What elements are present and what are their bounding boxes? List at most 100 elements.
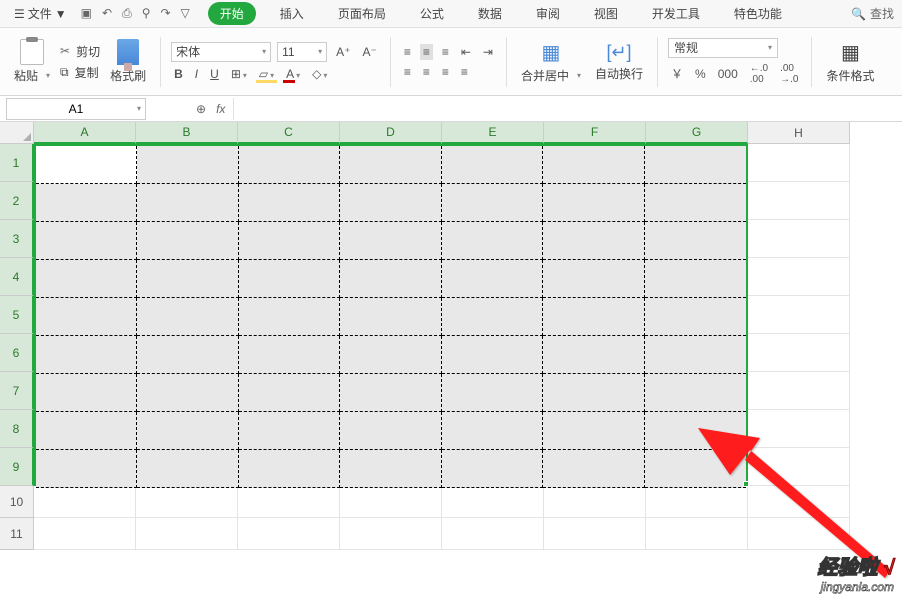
distribute-button[interactable]: ≡ <box>458 64 471 80</box>
merge-center-button[interactable]: ▦ 合并居中▾ <box>517 38 585 86</box>
font-size-select[interactable]: 11▾ <box>277 42 327 62</box>
fill-color-button[interactable]: ▱▾ <box>256 66 277 82</box>
increase-decimal-button[interactable]: ←.0.00 <box>747 62 771 86</box>
qat-dropdown-icon[interactable]: ▽ <box>181 6 190 21</box>
clear-format-button[interactable]: ◇▾ <box>309 66 330 82</box>
decrease-font-button[interactable]: A⁻ <box>359 44 379 60</box>
select-all-corner[interactable] <box>0 122 34 144</box>
format-painter-button[interactable]: 格式刷 <box>106 37 150 86</box>
chevron-down-icon: ▾ <box>137 104 141 113</box>
clipboard-group: ✂剪切 ⧉复制 <box>60 43 100 81</box>
chevron-down-icon: ▾ <box>768 43 772 52</box>
row-header-8[interactable]: 8 <box>0 410 34 448</box>
formula-input[interactable] <box>233 98 902 120</box>
increase-font-button[interactable]: A⁺ <box>333 44 353 60</box>
underline-button[interactable]: U <box>207 66 222 82</box>
row-header-11[interactable]: 11 <box>0 518 34 550</box>
cut-button[interactable]: ✂剪切 <box>60 43 100 60</box>
cell-reference: A1 <box>69 102 84 116</box>
chevron-down-icon: ▾ <box>270 71 274 80</box>
align-middle-button[interactable]: ≡ <box>420 44 433 60</box>
expand-icon[interactable]: ⊕ <box>196 102 206 116</box>
quick-access-toolbar: ▣ ↶ ⎙ ⚲ ↷ ▽ <box>81 6 190 21</box>
search-button[interactable]: 🔍 查找 <box>851 5 894 22</box>
align-center-button[interactable]: ≡ <box>420 64 433 80</box>
file-label: 文件 <box>28 5 52 22</box>
wrap-text-button[interactable]: [↵] 自动换行 <box>591 40 647 84</box>
col-header-d[interactable]: D <box>340 122 442 144</box>
tab-insert[interactable]: 插入 <box>270 2 314 25</box>
undo-icon[interactable]: ↶ <box>102 6 112 21</box>
font-name-value: 宋体 <box>176 43 200 60</box>
copy-button[interactable]: ⧉复制 <box>60 64 100 81</box>
align-top-button[interactable]: ≡ <box>401 44 414 60</box>
indent-left-button[interactable]: ⇤ <box>458 44 474 60</box>
row-headers: 1 2 3 4 5 6 7 8 9 10 11 <box>0 144 34 550</box>
formula-bar: A1 ▾ ⊕ fx <box>0 96 902 122</box>
save-icon[interactable]: ▣ <box>81 6 92 21</box>
print-icon[interactable]: ⎙ <box>122 6 132 21</box>
align-right-button[interactable]: ≡ <box>439 64 452 80</box>
border-button[interactable]: ⊞▾ <box>228 66 250 82</box>
file-menu-button[interactable]: ☰ 文件 ▼ <box>8 5 73 22</box>
paste-button[interactable]: 粘贴 ▾ <box>10 37 54 86</box>
italic-button[interactable]: I <box>192 66 201 82</box>
row-header-4[interactable]: 4 <box>0 258 34 296</box>
tab-dev-tools[interactable]: 开发工具 <box>642 2 710 25</box>
col-header-a[interactable]: A <box>34 122 136 144</box>
col-header-f[interactable]: F <box>544 122 646 144</box>
indent-right-button[interactable]: ⇥ <box>480 44 496 60</box>
row-header-5[interactable]: 5 <box>0 296 34 334</box>
preview-icon[interactable]: ⚲ <box>142 6 151 21</box>
font-name-select[interactable]: 宋体 ▾ <box>171 42 271 62</box>
redo-icon[interactable]: ↷ <box>160 6 170 21</box>
col-header-g[interactable]: G <box>646 122 748 144</box>
align-left-button[interactable]: ≡ <box>401 64 414 80</box>
fx-controls: ⊕ fx <box>196 102 225 116</box>
chevron-down-icon: ▾ <box>577 71 581 80</box>
col-header-h[interactable]: H <box>748 122 850 144</box>
row-header-2[interactable]: 2 <box>0 182 34 220</box>
col-header-b[interactable]: B <box>136 122 238 144</box>
spreadsheet-grid: A B C D E F G H 1 2 3 4 5 6 7 8 9 10 11 <box>0 122 902 602</box>
brush-icon <box>117 39 139 65</box>
tab-review[interactable]: 审阅 <box>526 2 570 25</box>
wrap-icon: [↵] <box>606 42 631 63</box>
align-bottom-button[interactable]: ≡ <box>439 44 452 60</box>
col-header-c[interactable]: C <box>238 122 340 144</box>
comma-button[interactable]: 000 <box>715 66 741 82</box>
row-header-9[interactable]: 9 <box>0 448 34 486</box>
number-format-select[interactable]: 常规▾ <box>668 38 778 58</box>
paste-label: 粘贴 <box>14 67 38 84</box>
chevron-down-icon: ▾ <box>46 71 50 80</box>
menubar: ☰ 文件 ▼ ▣ ↶ ⎙ ⚲ ↷ ▽ 开始 插入 页面布局 公式 数据 审阅 视… <box>0 0 902 28</box>
separator <box>811 37 812 87</box>
tab-formulas[interactable]: 公式 <box>410 2 454 25</box>
align-group: ≡ ≡ ≡ ⇤ ⇥ ≡ ≡ ≡ ≡ <box>401 44 496 80</box>
row-header-7[interactable]: 7 <box>0 372 34 410</box>
row-header-1[interactable]: 1 <box>0 144 34 182</box>
col-header-e[interactable]: E <box>442 122 544 144</box>
tab-data[interactable]: 数据 <box>468 2 512 25</box>
bold-button[interactable]: B <box>171 66 186 82</box>
conditional-format-button[interactable]: ▦ 条件格式 <box>822 38 878 86</box>
tab-page-layout[interactable]: 页面布局 <box>328 2 396 25</box>
paste-icon <box>20 39 44 65</box>
name-box[interactable]: A1 ▾ <box>6 98 146 120</box>
row-header-6[interactable]: 6 <box>0 334 34 372</box>
fx-label[interactable]: fx <box>216 102 225 116</box>
row-header-3[interactable]: 3 <box>0 220 34 258</box>
cells-area[interactable] <box>34 144 850 550</box>
separator <box>160 37 161 87</box>
tab-view[interactable]: 视图 <box>584 2 628 25</box>
chevron-down-icon: ▾ <box>262 47 266 56</box>
row-header-10[interactable]: 10 <box>0 486 34 518</box>
tab-start[interactable]: 开始 <box>208 2 256 25</box>
search-label: 查找 <box>870 5 894 22</box>
font-color-button[interactable]: A▾ <box>283 66 303 82</box>
decrease-decimal-button[interactable]: .00→.0 <box>777 62 801 86</box>
currency-button[interactable]: ￥ <box>668 64 686 83</box>
chevron-down-icon: ▾ <box>296 71 300 80</box>
tab-features[interactable]: 特色功能 <box>724 2 792 25</box>
percent-button[interactable]: % <box>692 66 709 82</box>
